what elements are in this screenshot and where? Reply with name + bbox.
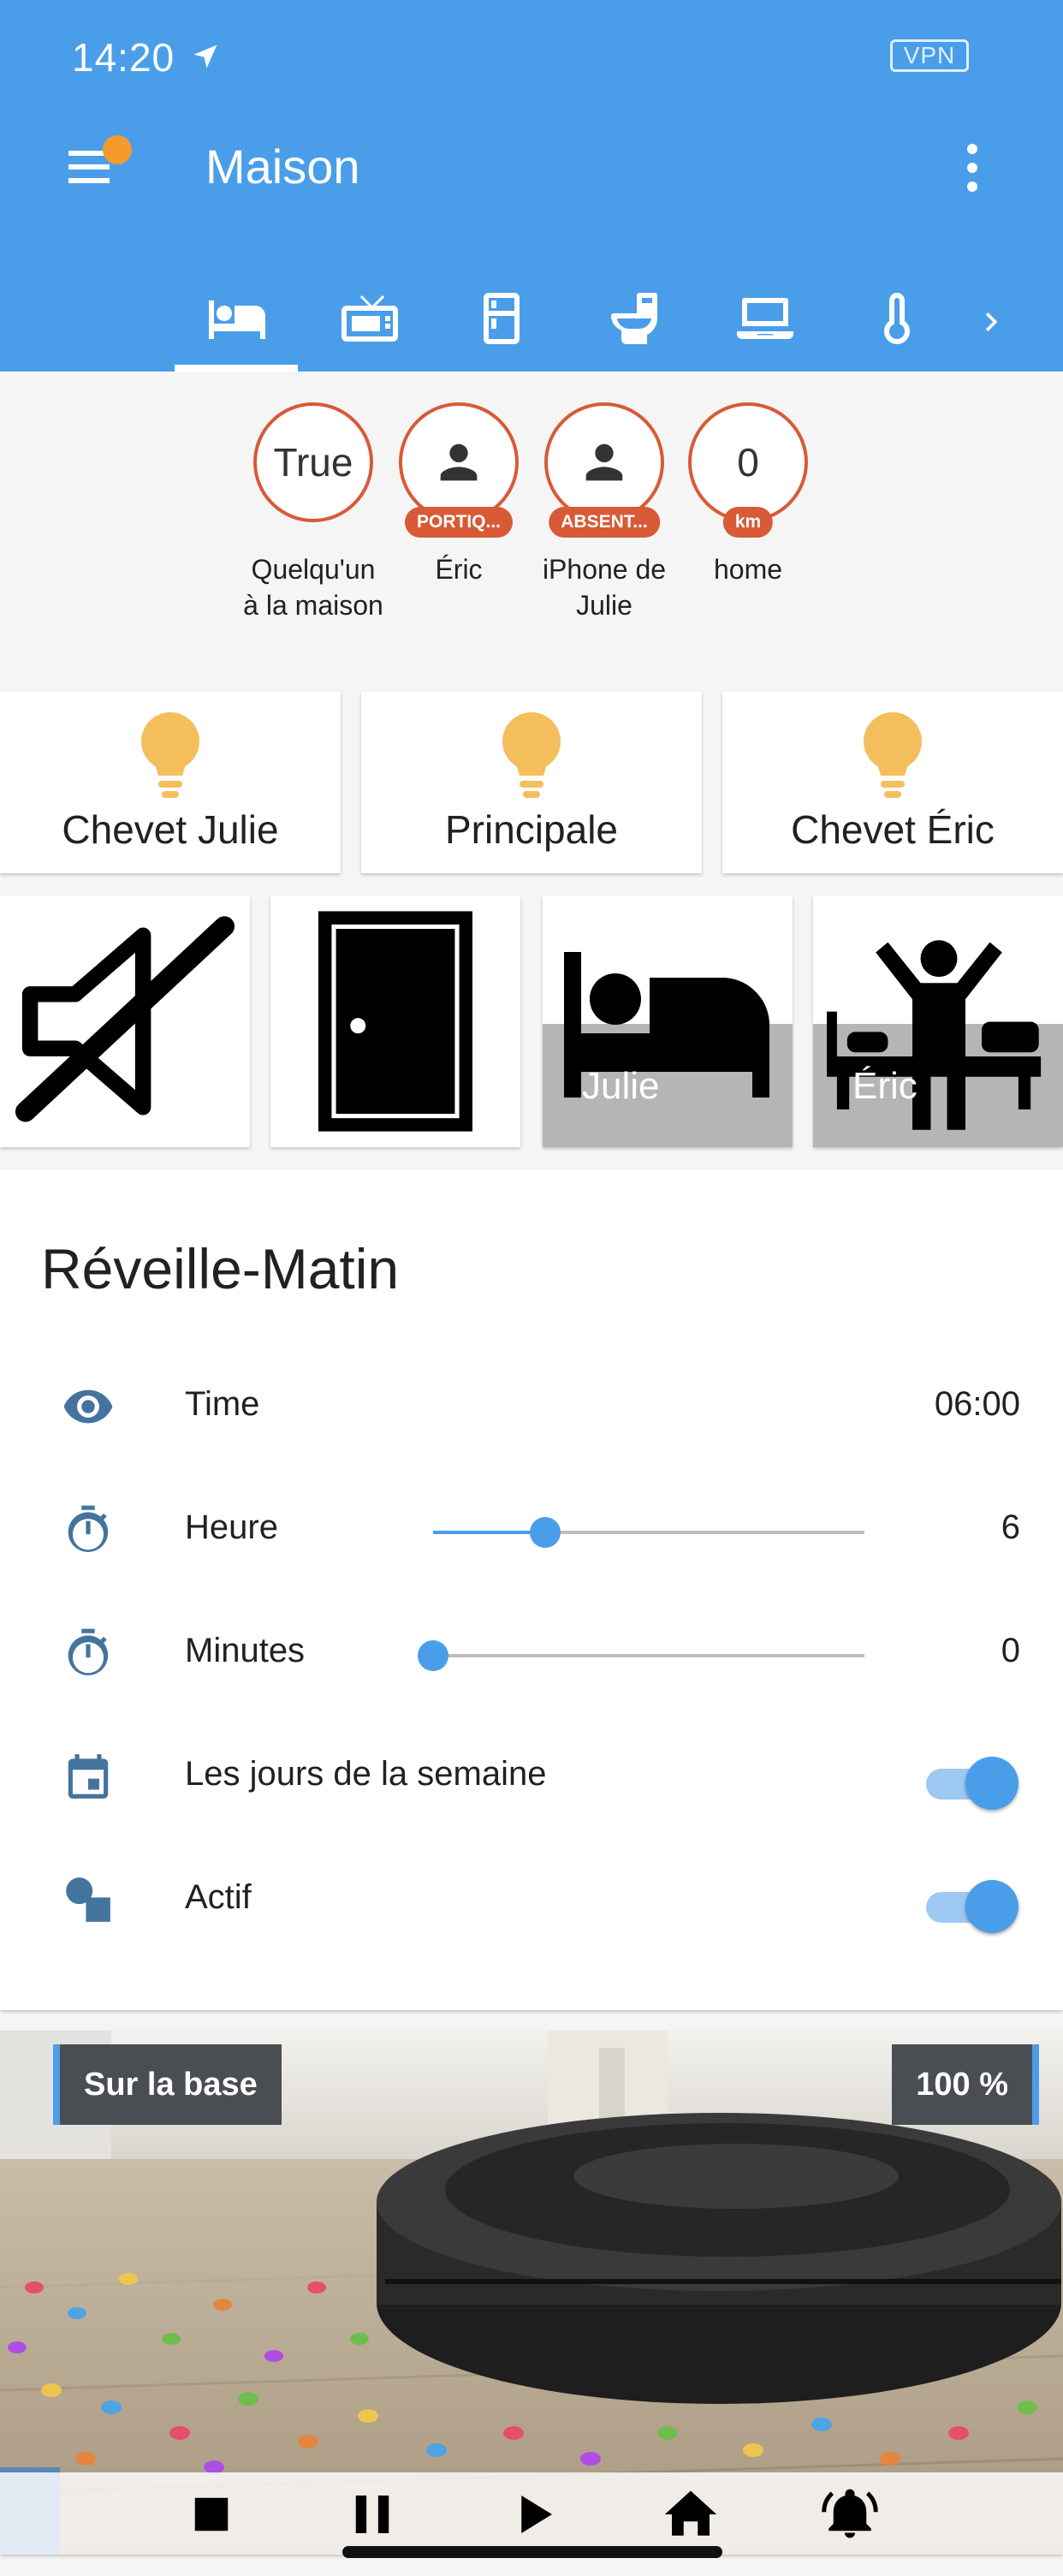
light-button-principale[interactable]: Principale: [361, 692, 702, 873]
badge-value: True: [273, 440, 353, 485]
tile-door[interactable]: [270, 895, 520, 1147]
chevron-right-icon[interactable]: [972, 294, 1010, 349]
lightbulb-icon: [864, 712, 922, 798]
tab-kitchen[interactable]: [436, 274, 565, 372]
badge-circle: PORTIQ...: [399, 402, 519, 538]
light-name: Principale: [445, 807, 618, 852]
weekdays-toggle[interactable]: [926, 1757, 1020, 1810]
row-label: Les jours de la semaine: [185, 1755, 547, 1793]
row-time[interactable]: Time 06:00: [0, 1356, 1063, 1450]
play-icon[interactable]: [505, 2486, 561, 2543]
vacuum-status-chip: Sur la base: [53, 2044, 282, 2125]
badge-home-distance[interactable]: 0 km home: [676, 402, 820, 587]
row-heure: Heure 6: [0, 1479, 1063, 1574]
row-actif: Actif: [0, 1849, 1063, 1943]
tab-living-room[interactable]: [305, 274, 433, 372]
person-icon: [440, 443, 478, 481]
page-title: Maison: [205, 140, 360, 193]
row-value: 6: [1001, 1508, 1020, 1546]
home-icon[interactable]: [662, 2486, 719, 2543]
timer-icon: [68, 1505, 109, 1552]
bed-icon: [209, 300, 265, 339]
badge-circle: ABSENT...: [544, 402, 664, 538]
badge-eric[interactable]: PORTIQ... Éric: [387, 402, 531, 587]
tile-label: Éric: [852, 1065, 918, 1107]
active-tab-indicator: [175, 365, 298, 372]
light-button-chevet-eric[interactable]: Chevet Éric: [722, 692, 1063, 873]
vacuum-controls: [0, 2472, 1063, 2555]
location-arrow-icon: [193, 45, 217, 68]
row-label: Minutes: [185, 1632, 306, 1669]
vpn-badge: VPN: [890, 39, 969, 72]
app-header: 14:20 VPN Maison: [0, 0, 1063, 372]
tile-julie-sleeping[interactable]: Julie: [543, 895, 793, 1147]
tab-bathroom[interactable]: [569, 274, 698, 372]
row-minutes: Minutes 0: [0, 1603, 1063, 1697]
heure-slider[interactable]: [433, 1517, 864, 1548]
lightbulb-icon: [502, 712, 561, 798]
row-value: 06:00: [934, 1385, 1020, 1423]
badge-circle: True: [253, 402, 373, 522]
more-vert-icon[interactable]: [952, 140, 993, 195]
tab-office[interactable]: [700, 274, 828, 372]
light-button-chevet-julie[interactable]: Chevet Julie: [0, 692, 341, 873]
toilet-icon: [611, 293, 657, 344]
badge-label: Éric: [435, 554, 483, 585]
badge-tag: PORTIQ...: [404, 507, 514, 538]
bell-icon[interactable]: [822, 2486, 878, 2543]
row-label: Actif: [185, 1878, 252, 1916]
eye-icon: [63, 1389, 113, 1424]
fridge-icon: [484, 293, 520, 344]
vacuum-card[interactable]: Sur la base 100 %: [0, 2031, 1063, 2555]
person-icon: [585, 443, 623, 481]
shapes-icon: [66, 1877, 110, 1922]
tab-climate[interactable]: [832, 274, 960, 372]
calendar-icon: [68, 1754, 109, 1799]
slider-fill: [433, 1531, 546, 1534]
badge-label: home: [713, 554, 783, 585]
toggle-knob: [965, 1880, 1018, 1933]
minutes-slider[interactable]: [418, 1640, 864, 1671]
active-toggle[interactable]: [926, 1880, 1020, 1933]
row-value: 0: [1001, 1632, 1020, 1669]
vacuum-battery-chip: 100 %: [892, 2044, 1039, 2125]
pause-icon[interactable]: [344, 2486, 401, 2543]
badge-label: iPhone de Julie: [542, 554, 667, 621]
badge-someone-home[interactable]: True Quelqu'un à la maison: [241, 402, 385, 623]
status-time: 14:20: [72, 35, 175, 80]
slider-thumb[interactable]: [418, 1640, 448, 1671]
badge-tag: ABSENT...: [549, 507, 660, 538]
lightbulb-icon: [141, 712, 199, 798]
toggle-knob: [965, 1757, 1018, 1810]
row-label: Heure: [185, 1508, 278, 1546]
tile-eric-awake[interactable]: Éric: [813, 895, 1063, 1147]
tab-bar: [0, 274, 1063, 372]
home-indicator: [342, 2546, 722, 2558]
badge-circle: 0 km: [688, 402, 808, 538]
alarm-card: Réveille-Matin Time 06:00 Heure 6 Minute…: [0, 1169, 1063, 2010]
slider-thumb[interactable]: [530, 1517, 561, 1548]
tv-icon: [341, 295, 398, 342]
card-title: Réveille-Matin: [41, 1237, 400, 1300]
badge-iphone-julie[interactable]: ABSENT... iPhone de Julie: [532, 402, 676, 623]
laptop-icon: [737, 298, 793, 339]
badge-tag: km: [722, 507, 774, 538]
tab-bedroom[interactable]: [172, 274, 300, 372]
door-icon: [318, 911, 472, 1132]
thermometer-icon: [884, 293, 910, 344]
tile-label: Julie: [582, 1065, 660, 1107]
timer-icon: [68, 1628, 109, 1675]
notification-dot: [103, 135, 132, 164]
row-label: Time: [185, 1385, 260, 1423]
badge-value: 0: [737, 440, 759, 485]
mute-speaker-icon: [15, 916, 235, 1122]
tile-mute[interactable]: [0, 895, 250, 1147]
badge-label: Quelqu'un à la maison: [243, 554, 383, 621]
stop-icon[interactable]: [183, 2486, 240, 2543]
light-name: Chevet Éric: [791, 807, 995, 852]
light-name: Chevet Julie: [62, 807, 279, 852]
row-jours: Les jours de la semaine: [0, 1726, 1063, 1820]
